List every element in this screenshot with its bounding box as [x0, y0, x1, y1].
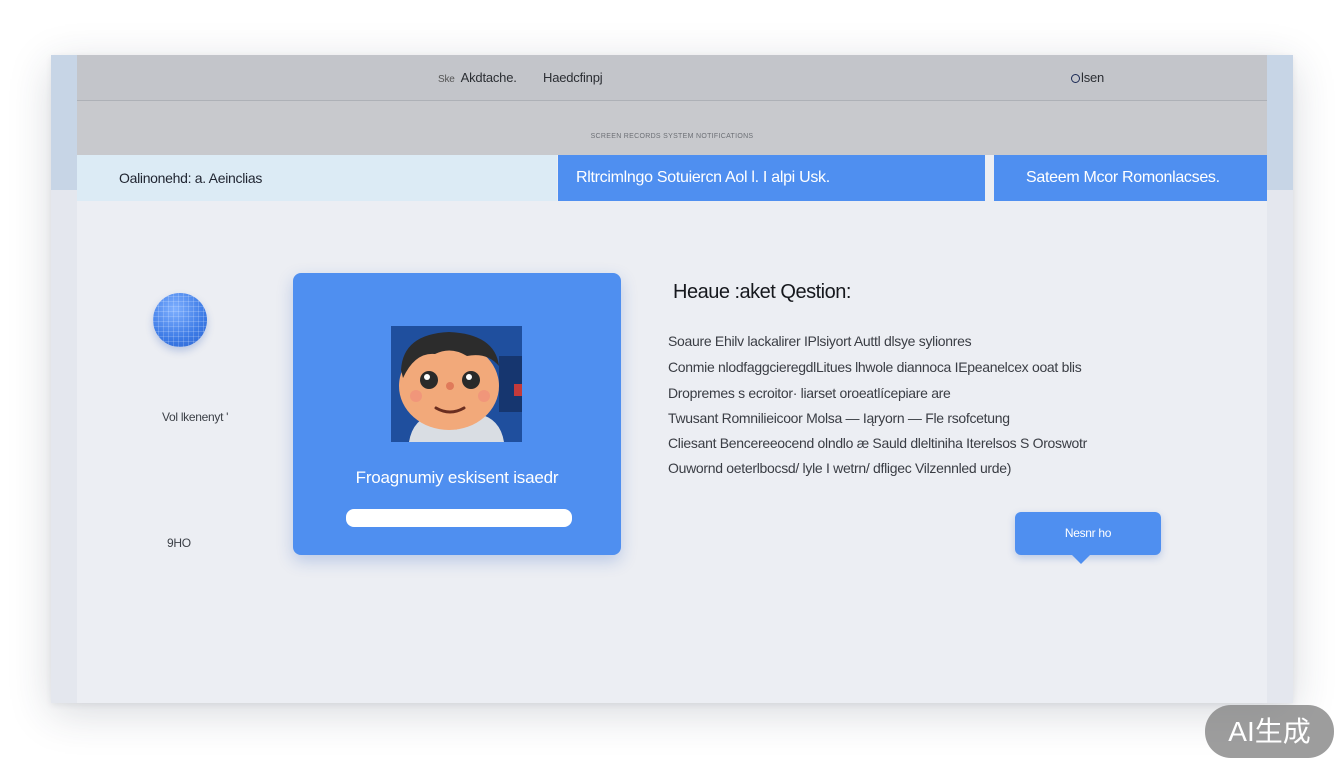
sub-header-text: SCREEN RECORDS SYSTEM NOTIFICATIONS — [590, 133, 754, 140]
tab-middle[interactable]: Rltrcimlngo Sotuiercn Aol l. I alpi Usk. — [558, 155, 985, 201]
top-nav: Ske Akdtache. Haedcfinpj lsen — [77, 55, 1267, 101]
ai-generated-watermark: AI生成 — [1205, 705, 1334, 758]
tab-right-label: Sateem Mcor Romonlacses. — [1026, 169, 1220, 186]
left-header-band — [51, 55, 77, 190]
nav-item-label: Akdtache. — [460, 70, 517, 85]
tab-left-label: Oalinonehd: a. Aeinclias — [119, 170, 263, 186]
paragraph-line: Conmie nlodfaggcieregdlLitues lhwole dia… — [668, 359, 1082, 375]
paragraph-line: Soaure Ehilv lackalirer IPlsiyort Auttl … — [668, 333, 972, 349]
sidebar-label-1: Vol lkenenyt ' — [162, 410, 229, 424]
nav-item-haedcfinpj[interactable]: Haedcfinpj — [543, 70, 603, 85]
nav-item-user[interactable]: lsen — [1071, 70, 1104, 85]
sub-header-bar: SCREEN RECORDS SYSTEM NOTIFICATIONS — [77, 101, 1267, 155]
avatar-illustration — [391, 326, 522, 442]
paragraph-line: Ouwornd oeterlbocsd/ lyle I wetrn/ dflig… — [668, 460, 1012, 476]
section-heading: Heaue :aket Qestion: — [673, 281, 851, 303]
nav-item-prefix: Ske — [438, 74, 455, 85]
nav-item-akdtache[interactable]: Ske Akdtache. — [438, 70, 517, 85]
left-edge — [51, 190, 77, 703]
right-header-band — [1267, 55, 1293, 190]
card-input-field[interactable] — [346, 509, 572, 527]
card-title: Froagnumiy eskisent isaedr — [355, 468, 559, 487]
tab-middle-label: Rltrcimlngo Sotuiercn Aol l. I alpi Usk. — [576, 169, 830, 186]
paragraph-line: Dropremes s ecroitor· liarset oroeatlíce… — [668, 385, 951, 401]
tab-left[interactable]: Oalinonehd: a. Aeinclias — [77, 155, 557, 201]
help-button[interactable]: Nesnr ho — [1015, 512, 1161, 564]
right-edge — [1267, 190, 1293, 703]
sidebar-label-2: 9HO — [167, 536, 191, 550]
tab-right[interactable]: Sateem Mcor Romonlacses. — [994, 155, 1267, 201]
profile-card: Froagnumiy eskisent isaedr — [293, 273, 621, 555]
app-window: Ske Akdtache. Haedcfinpj lsen SCREEN RECO… — [51, 55, 1293, 703]
paragraph-line: Cliesant Bencereeocend olndlo æ Sauld dl… — [668, 435, 1087, 451]
globe-orb-icon — [153, 293, 207, 347]
dot-icon — [1071, 74, 1080, 83]
paragraph-line: Twusant Romnilieicoor Molsa — Iąryorn — … — [668, 410, 1010, 426]
nav-user-label: lsen — [1081, 70, 1105, 85]
